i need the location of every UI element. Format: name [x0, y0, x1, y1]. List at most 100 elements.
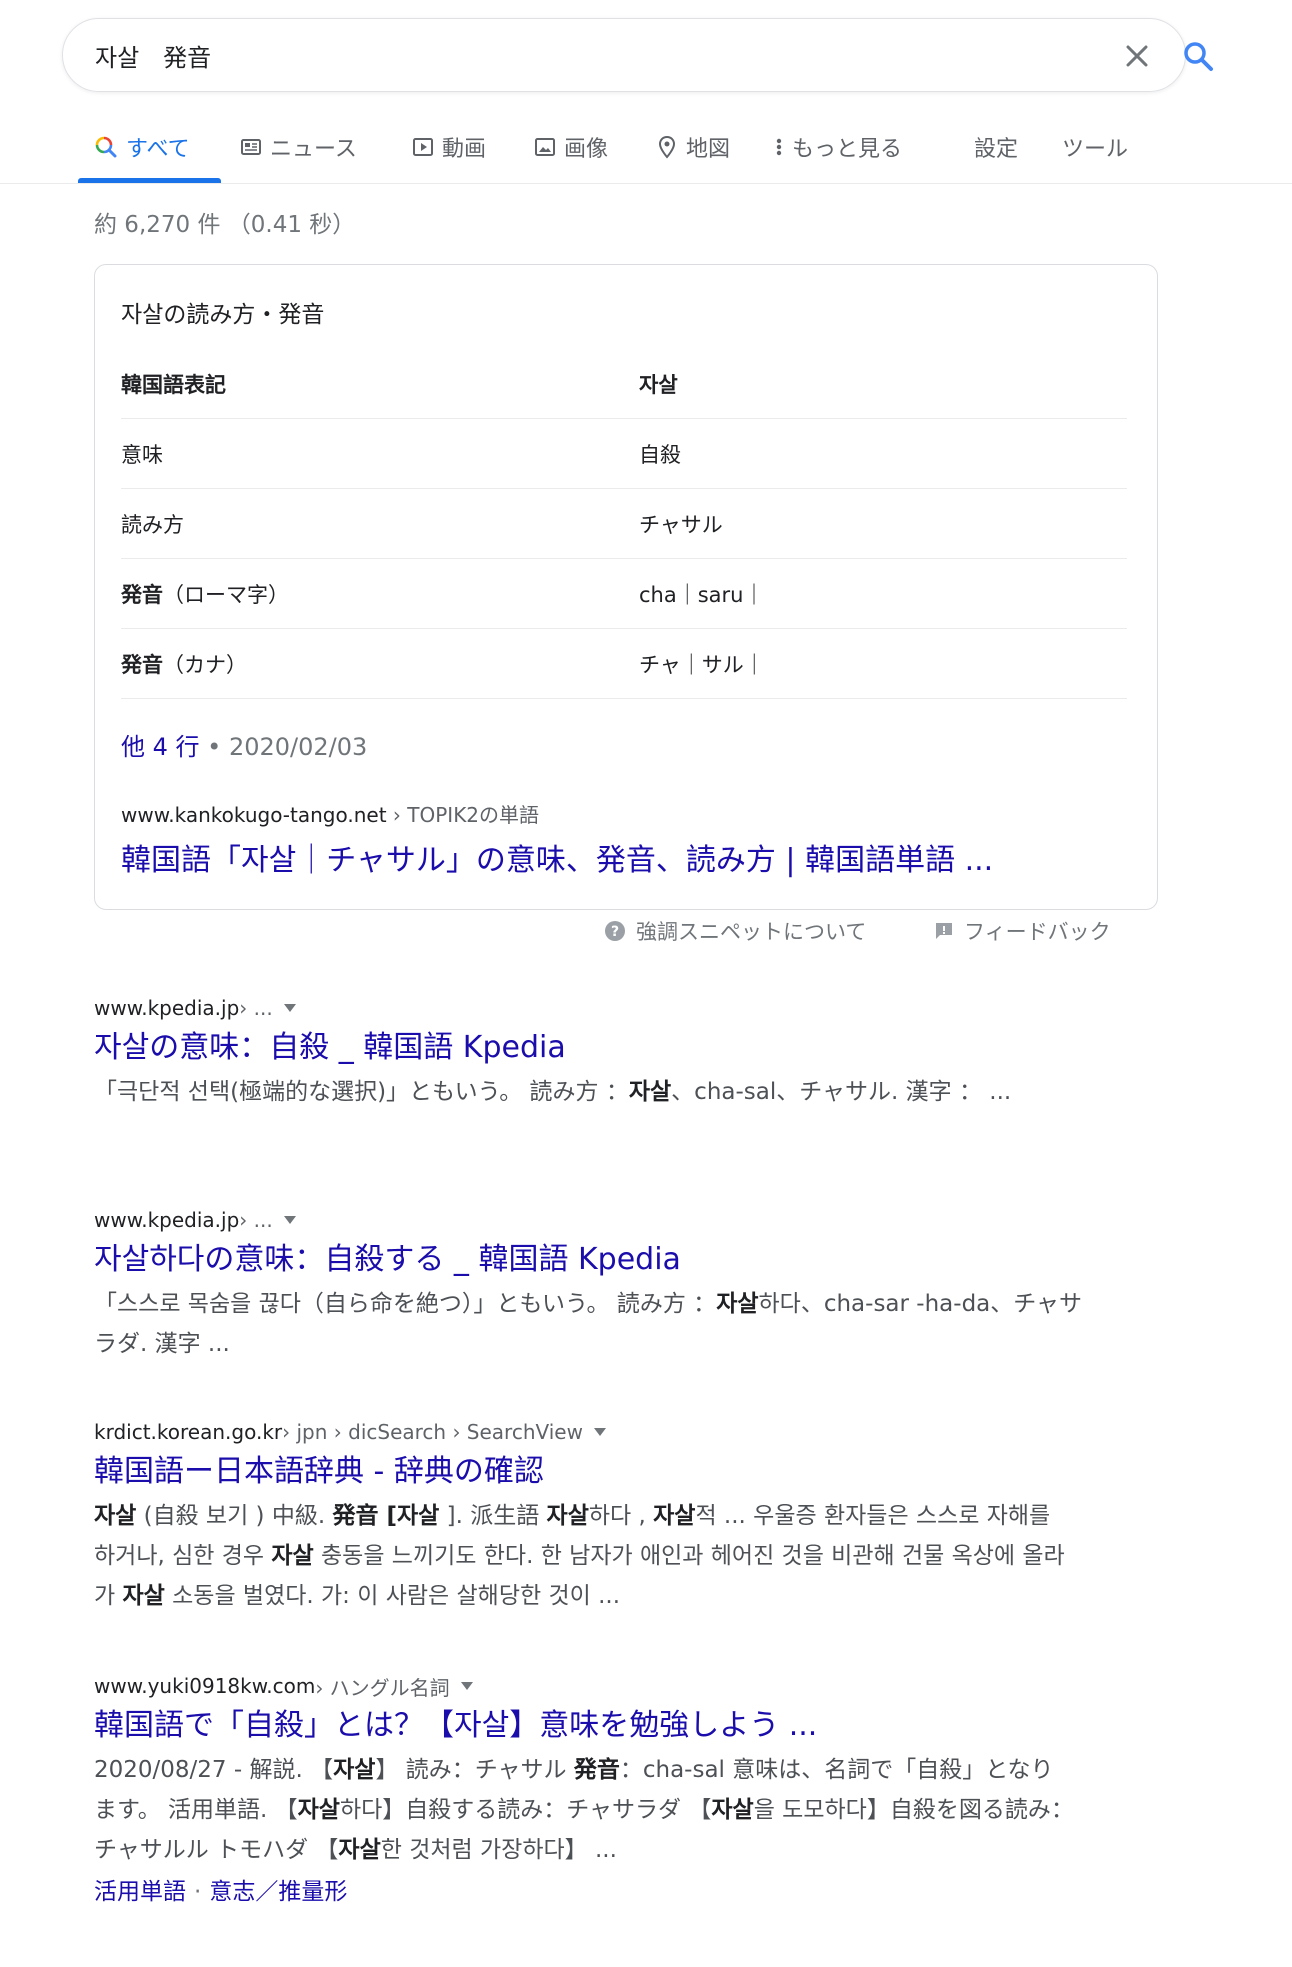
snippet-breadcrumb: › TOPIK2の単語	[386, 803, 540, 827]
snippet-highlight: 자살	[94, 1503, 137, 1529]
table-cell-rest: （カナ）	[163, 653, 247, 677]
more-rows-link[interactable]: 他 4 行	[121, 733, 200, 761]
tab-tools[interactable]: ツール	[1062, 130, 1128, 164]
result-domain: krdict.korean.go.kr	[94, 1420, 283, 1444]
result-title-link[interactable]: 자살の意味：自殺 _ 韓国語 Kpedia	[94, 1028, 1094, 1068]
sublink-separator: ·	[194, 1879, 202, 1905]
snippet-text: 、cha-sal、チャサル. 漢字 ： ...	[671, 1079, 1012, 1105]
tab-label: すべて	[126, 137, 190, 162]
snippet-highlight: 자살	[338, 1837, 381, 1863]
result-title-link[interactable]: 韓国語ー日本語辞典 - 辞典の確認	[94, 1452, 1074, 1492]
snippet-text: ]. 派生語	[439, 1503, 547, 1529]
snippet-title: 자살の読み方・発音	[121, 302, 325, 328]
tab-label: 動画	[442, 137, 487, 162]
tab-maps[interactable]: 地図	[656, 130, 730, 164]
tab-label: ニュース	[270, 137, 357, 162]
snippet-text: 「스스로 목숨을 끊다（自ら命を絶つ）」ともいう。 読み方 ：	[94, 1291, 717, 1317]
more-rows: 他 4 行 • 2020/02/03	[121, 727, 367, 762]
caret-down-icon[interactable]	[283, 1215, 297, 1225]
snippet-highlight: 자살	[546, 1503, 589, 1529]
search-box[interactable]: 자살 発音	[62, 18, 1213, 92]
tab-news[interactable]: ニュース	[240, 130, 357, 164]
tab-more[interactable]: もっと見る	[774, 130, 902, 164]
table-cell: 自殺	[639, 443, 681, 467]
table-cell: 意味	[121, 443, 163, 467]
result-url: www.kpedia.jp › ...	[94, 994, 1094, 1022]
snippet-highlight: 자살	[711, 1797, 754, 1823]
search-input[interactable]: 자살 発音	[95, 38, 211, 73]
result-domain: www.kpedia.jp	[94, 996, 240, 1020]
snippet-text: 「극단적 선택(極端的な選択)」ともいう。 読み方 ：	[94, 1079, 629, 1105]
caret-down-icon[interactable]	[593, 1427, 607, 1437]
result-breadcrumb: › ...	[239, 996, 273, 1020]
tab-images[interactable]: 画像	[534, 130, 608, 164]
snippet-highlight: 자살	[271, 1543, 314, 1569]
result-sublinks: 活用単語 · 意志／推量形	[94, 1872, 1074, 1906]
sublink[interactable]: 意志／推量形	[209, 1879, 347, 1905]
table-cell: 発音（ローマ字）	[121, 579, 289, 609]
snippet-highlight: 자살	[297, 1797, 340, 1823]
caret-down-icon[interactable]	[283, 1003, 297, 1013]
table-header-cell: 자살	[639, 373, 678, 397]
search-icon[interactable]	[1181, 39, 1215, 73]
snippet-highlight: 자살	[333, 1757, 376, 1783]
table-row: 発音（カナ） チャ｜サル｜	[121, 629, 1127, 699]
about-snippets-link[interactable]: ? 強調スニペットについて	[604, 916, 866, 946]
snippet-text: (自殺 보기 ) 中級.	[136, 1503, 333, 1529]
search-tabs: すべて ニュース 動画 画像 地図 もっと見る 設定 ツール	[0, 110, 1292, 184]
snippet-text: 2020/08/27 - 解説. 【	[94, 1757, 334, 1783]
more-vert-icon	[776, 138, 782, 156]
table-cell-bold: 発音	[121, 583, 163, 607]
snippet-source-url: www.kankokugo-tango.net › TOPIK2の単語	[121, 799, 539, 828]
snippet-highlight: 자살	[122, 1583, 165, 1609]
snippet-text: 한 것처럼 가장하다】 ...	[380, 1837, 617, 1863]
tab-settings[interactable]: 設定	[974, 130, 1018, 164]
tab-label: 設定	[974, 137, 1019, 162]
table-cell: チャサル	[639, 513, 723, 537]
table-cell: cha｜saru｜	[639, 583, 765, 607]
feedback-label: フィードバック	[964, 920, 1111, 944]
feedback-icon	[936, 923, 952, 939]
clear-icon[interactable]	[1121, 40, 1153, 72]
table-row: 意味 自殺	[121, 419, 1127, 489]
search-result: krdict.korean.go.kr › jpn › dicSearch › …	[94, 1418, 1074, 1616]
result-snippet: 「스스로 목숨을 끊다（自ら命を絶つ）」ともいう。 読み方 ：자살하다、cha-…	[94, 1284, 1094, 1364]
result-title-link[interactable]: 자살하다の意味：自殺する _ 韓国語 Kpedia	[94, 1240, 1094, 1280]
caret-down-icon[interactable]	[460, 1681, 474, 1691]
result-stats: 約 6,270 件 （0.41 秒）	[94, 212, 356, 238]
snippet-highlight: 発音	[332, 1503, 379, 1529]
snippet-highlight: 자살	[653, 1503, 696, 1529]
result-snippet: 「극단적 선택(極端的な選択)」ともいう。 読み方 ：자살、cha-sal、チャ…	[94, 1072, 1094, 1112]
search-result: www.yuki0918kw.com › ハングル名詞 韓国語で「自殺」とは？【…	[94, 1672, 1074, 1906]
snippet-highlight: 発音	[573, 1757, 620, 1783]
result-url: krdict.korean.go.kr › jpn › dicSearch › …	[94, 1418, 1074, 1446]
snippet-highlight: 자살	[716, 1291, 759, 1317]
result-title-link[interactable]: 韓国語で「自殺」とは？【자살】意味を勉強しよう ...	[94, 1706, 1074, 1746]
result-breadcrumb: › ...	[239, 1208, 273, 1232]
snippet-result-link[interactable]: 韓国語「자살｜チャサル」の意味、発音、読み方 | 韓国語単語 ...	[121, 835, 993, 879]
table-row: 読み方 チャサル	[121, 489, 1127, 559]
snippet-date: • 2020/02/03	[199, 733, 368, 761]
table-cell-rest: （ローマ字）	[163, 583, 289, 607]
tab-videos[interactable]: 動画	[412, 130, 486, 164]
sublink[interactable]: 活用単語	[94, 1879, 186, 1905]
play-icon	[413, 138, 433, 156]
snippet-highlight: [자살	[378, 1503, 440, 1529]
image-icon	[535, 138, 555, 156]
result-breadcrumb: › jpn › dicSearch › SearchView	[282, 1420, 583, 1444]
svg-text:?: ?	[611, 924, 619, 940]
tab-label: 画像	[564, 137, 609, 162]
tab-label: 地図	[686, 137, 731, 162]
help-icon: ?	[605, 921, 625, 941]
tab-label: ツール	[1062, 137, 1129, 162]
tab-all[interactable]: すべて	[94, 130, 190, 164]
table-row: 発音（ローマ字） cha｜saru｜	[121, 559, 1127, 629]
snippet-highlight: 자살	[628, 1079, 672, 1105]
search-result: www.kpedia.jp › ... 자살の意味：自殺 _ 韓国語 Kpedi…	[94, 994, 1094, 1112]
result-url: www.kpedia.jp › ...	[94, 1206, 1094, 1234]
snippet-text: 하다 ,	[588, 1503, 654, 1529]
tab-label: もっと見る	[792, 137, 903, 162]
feedback-link[interactable]: フィードバック	[934, 916, 1111, 946]
table-cell-bold: 発音	[121, 653, 163, 677]
snippet-table: 韓国語表記 자살 意味 自殺 読み方 チャサル 発音（ローマ字） cha｜sar…	[121, 349, 1127, 699]
